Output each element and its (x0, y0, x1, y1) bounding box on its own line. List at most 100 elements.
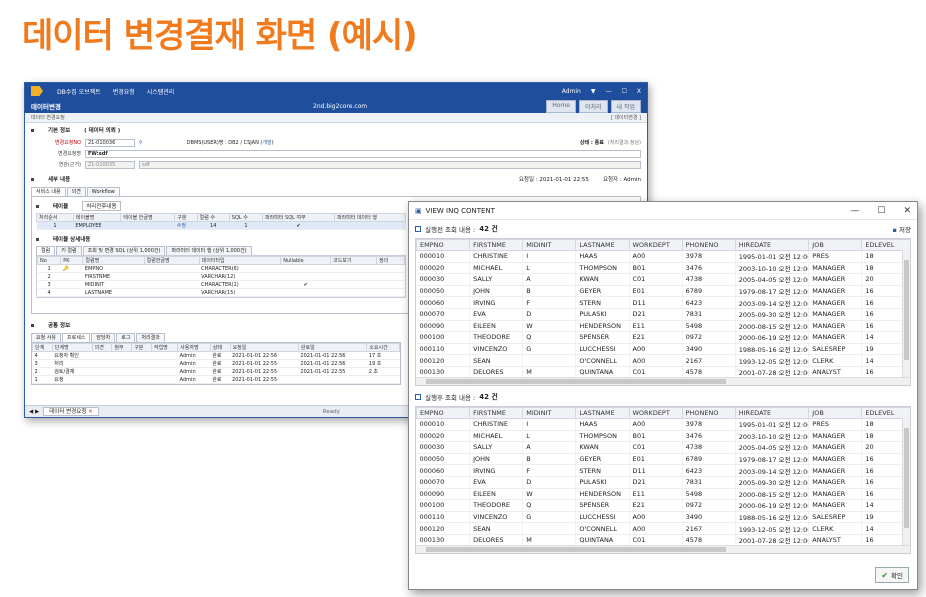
tab-param-rows[interactable]: 파라미터 데이터 행 (상위 1,000건) (166, 246, 252, 255)
table-row[interactable]: 000020 MICHAEL L THOMPSON B01 3476 2003-10-10 … (416, 262, 910, 275)
before-grid[interactable]: EMPNO FIRSTNME MIDINIT LASTNAME WORKDEPT PHON… (415, 238, 911, 386)
cell: MICHAEL (469, 262, 524, 275)
table-row[interactable]: 000050 JOHN B GEYER E01 6789 1979-08-17 오전 12:… (416, 285, 910, 298)
tab-key-columns[interactable]: 키 컬럼 (56, 246, 82, 255)
column-header[interactable]: MIDINIT (522, 407, 577, 419)
column-header[interactable]: WORKDEPT (628, 239, 683, 251)
column-row[interactable]: 3 MIDINIT CHARACTER(1) ✔ (37, 280, 405, 289)
requester: 요청자 : Admin (602, 177, 641, 183)
process-row[interactable]: 3 처리 Admin 완료 2021-01-01 22:55 2021-01-01 22:… (32, 359, 400, 368)
column-row[interactable]: 4 LASTNAME VARCHAR(15) (37, 288, 405, 297)
home-button[interactable]: Home (546, 99, 576, 113)
close-icon[interactable]: ✕ (903, 206, 911, 216)
column-header[interactable]: EDLEVEL (861, 407, 910, 419)
menu-item-change-request[interactable]: 변경요청 (113, 89, 135, 96)
menu-item-db-object[interactable]: DB수집 오브젝트 (57, 89, 101, 96)
close-icon[interactable]: X (637, 88, 641, 95)
column-header[interactable]: LASTNAME (575, 239, 630, 251)
cell: SALLY (469, 273, 524, 286)
table-row[interactable]: 000070 EVA D PULASKI D21 7831 2005-09-30 오전 12… (416, 476, 910, 489)
table-row[interactable]: 000010 CHRISTINE I HAAS A00 3978 1995-01-01 오전… (416, 418, 910, 431)
process-row[interactable]: 1 요청 Admin 완료 2021-01-01 22:55 (32, 375, 400, 384)
tab-result[interactable]: 처리결과 (136, 333, 165, 342)
process-button[interactable]: 처리전후내용 (82, 201, 121, 211)
column-header[interactable]: FIRSTNME (469, 407, 524, 419)
table-row[interactable]: 000090 EILEEN W HENDERSON E11 5498 2000-08-15 … (416, 320, 910, 333)
column-header[interactable]: EMPNO (416, 407, 471, 419)
column-header[interactable]: PHONENO (681, 407, 736, 419)
tab-assignee[interactable]: 담당자 (91, 333, 116, 342)
maximize-icon[interactable]: ☐ (621, 88, 626, 95)
tab-close-icon[interactable]: ✕ (88, 409, 93, 415)
table-row[interactable]: 000060 IRVING F STERN D11 6423 2003-09-14 오전 1… (416, 296, 910, 309)
column-header[interactable]: PHONENO (681, 239, 736, 251)
table-row[interactable]: 000110 VINCENZO G LUCCHESSI A00 3490 1988-05-1… (416, 343, 910, 356)
cell (111, 375, 132, 384)
horizontal-scrollbar[interactable] (416, 545, 910, 553)
proc-header: 소요시간 (366, 343, 400, 352)
cell: 7831 (682, 308, 736, 321)
process-row[interactable]: 4 요청자 확인 Admin 완료 2021-01-01 22:56 2021-01-01… (32, 351, 400, 360)
tab-process[interactable]: 프로세스 (62, 333, 91, 342)
ok-button[interactable]: ✔ 확인 (875, 567, 909, 583)
column-header[interactable]: HIREDATE (734, 239, 810, 251)
user-name[interactable]: Admin (562, 88, 581, 95)
table-row[interactable]: 000100 THEODORE Q SPENSER E21 0972 2000-06-19 … (416, 499, 910, 512)
table-row[interactable]: 000120 SEAN O'CONNELL A00 2167 1993-12-05 오전 … (416, 522, 910, 535)
minimize-icon[interactable]: — (850, 206, 859, 216)
table-row[interactable]: 000070 EVA D PULASKI D21 7831 2005-09-30 오전 12… (416, 308, 910, 321)
pending-button[interactable]: 이처리 (578, 99, 608, 113)
cell: MANAGER (808, 464, 863, 477)
save-button[interactable]: ▪ 저장 (893, 224, 911, 234)
user-dropdown-icon[interactable]: ▼ (591, 88, 596, 95)
table-row[interactable]: 000090 EILEEN W HENDERSON E11 5498 2000-08-15 … (416, 488, 910, 501)
tab-sql[interactable]: 조회 및 변경 SQL (상위 1,000건) (82, 246, 166, 255)
status-tab[interactable]: 데이터 변경요청 ✕ (43, 407, 99, 416)
cell: 완료 (210, 359, 231, 368)
tab-reason[interactable]: 요청 사유 (31, 333, 61, 342)
table-row[interactable]: 000120 SEAN O'CONNELL A00 2167 1993-12-05 오전 … (416, 354, 910, 367)
tab-workflow[interactable]: Workflow (86, 187, 120, 196)
table-row[interactable]: 000060 IRVING F STERN D11 6423 2003-09-14 오전 1… (416, 464, 910, 477)
column-header[interactable]: FIRSTNME (469, 239, 524, 251)
tab-service[interactable]: 서비스 내용 (31, 187, 66, 196)
vertical-scrollbar[interactable] (902, 250, 910, 377)
th-type: 구분 (174, 213, 198, 222)
tab-log[interactable]: 로그 (116, 333, 136, 342)
after-grid[interactable]: EMPNO FIRSTNME MIDINIT LASTNAME WORKDEPT PHON… (415, 406, 911, 554)
nav-arrows-icon[interactable]: ◀ ▶ (29, 409, 39, 415)
table-row[interactable]: 000020 MICHAEL L THOMPSON B01 3476 2003-10-10 … (416, 430, 910, 443)
table-row[interactable]: 000110 VINCENZO G LUCCHESSI A00 3490 1988-05-1… (416, 511, 910, 524)
column-header[interactable]: JOB (808, 407, 863, 419)
minimize-icon[interactable]: — (605, 88, 611, 95)
column-header[interactable]: WORKDEPT (628, 407, 683, 419)
doc-icon (415, 394, 421, 400)
column-header[interactable]: HIREDATE (734, 407, 810, 419)
column-row[interactable]: 1 🔑 EMPNO CHARACTER(6) (37, 264, 405, 273)
basic-info-header: 기본 정보 ( 데이터 의뢰 ) (25, 123, 647, 137)
vertical-scrollbar[interactable] (902, 418, 910, 545)
column-header[interactable]: EMPNO (416, 239, 471, 251)
req-no-field[interactable]: 21-010036 (85, 138, 135, 147)
horizontal-scrollbar[interactable] (416, 377, 910, 385)
process-row[interactable]: 2 검토/결재 Admin 완료 2021-01-01 22:55 2021-01-01 … (32, 367, 400, 376)
tab-opinion[interactable]: 의견 (66, 187, 86, 196)
menu-item-system[interactable]: 시스템관리 (147, 89, 175, 96)
cell: Q (522, 331, 577, 344)
maximize-icon[interactable]: ☐ (877, 206, 885, 216)
table-row[interactable]: 000030 SALLY A KWAN C01 4738 2005-04-05 오전 12:… (416, 441, 910, 454)
table-row[interactable]: 000050 JOHN B GEYER E01 6789 1979-08-17 오전 12:… (416, 453, 910, 466)
my-work-button[interactable]: 내 작업 (610, 99, 641, 113)
column-header[interactable]: MIDINIT (522, 239, 577, 251)
table-row[interactable]: 000100 THEODORE Q SPENSER E21 0972 2000-06-19 … (416, 331, 910, 344)
column-row[interactable]: 2 FIRSTNME VARCHAR(12) (37, 272, 405, 281)
table-row[interactable]: 1 EMPLOYEE 수정 14 1 ✔ (36, 221, 406, 230)
column-header[interactable]: EDLEVEL (861, 239, 910, 251)
purpose-field[interactable]: FW:sdf (85, 149, 641, 158)
search-icon[interactable]: ⚲ (139, 140, 143, 146)
table-row[interactable]: 000030 SALLY A KWAN C01 4738 2005-04-05 오전 12:… (416, 273, 910, 286)
table-row[interactable]: 000010 CHRISTINE I HAAS A00 3978 1995-01-01 오전… (416, 250, 910, 263)
column-header[interactable]: LASTNAME (575, 407, 630, 419)
tab-columns[interactable]: 컬럼 (36, 246, 56, 255)
column-header[interactable]: JOB (808, 239, 863, 251)
